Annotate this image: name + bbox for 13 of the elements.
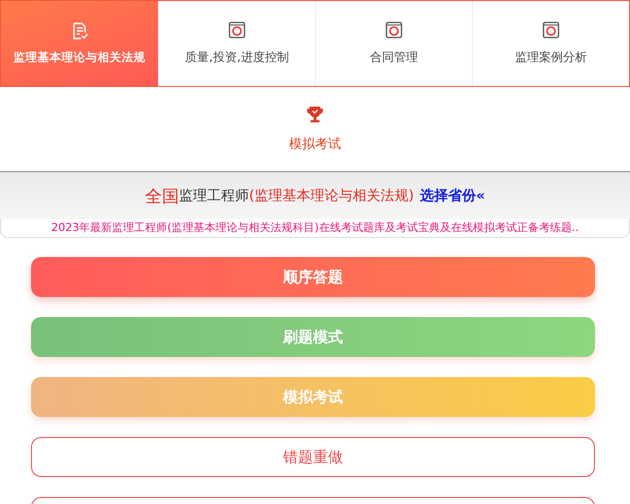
exam-title: 监理工程师 bbox=[179, 187, 249, 205]
scope-label: 全国 bbox=[145, 186, 179, 208]
practice-mode-button[interactable]: 顺序答题 bbox=[31, 257, 595, 297]
document-icon bbox=[70, 22, 88, 40]
subject-tab[interactable]: 监理基本理论与相关法规 bbox=[1, 1, 158, 86]
select-province-link[interactable]: 选择省份« bbox=[420, 187, 485, 205]
book-icon bbox=[385, 21, 403, 39]
trophy-icon bbox=[306, 105, 324, 123]
practice-mode-button[interactable]: 错题重做 bbox=[31, 437, 595, 477]
notice-text: 2023年最新监理工程师(监理基本理论与相关法规科目)在线考试题库及考试宝典及在线模拟考试正备考练题.. bbox=[0, 219, 630, 238]
subject-label: (监理基本理论与相关法规) bbox=[249, 187, 414, 205]
book-icon bbox=[542, 21, 560, 39]
book-icon bbox=[228, 21, 246, 39]
